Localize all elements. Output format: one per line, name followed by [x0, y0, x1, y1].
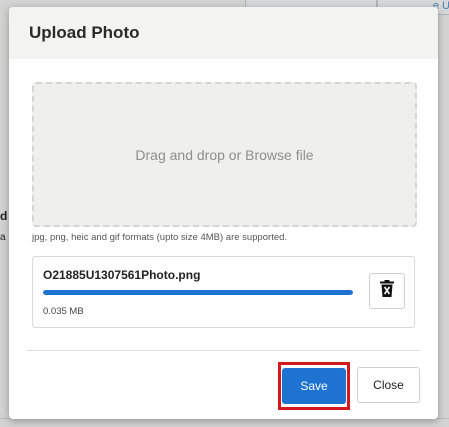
footer-divider [27, 350, 420, 351]
trash-icon[interactable] [380, 280, 394, 302]
dialog-title: Upload Photo [29, 23, 140, 42]
file-size: 0.035 MB [43, 306, 84, 317]
save-button-highlight: Save [278, 362, 350, 410]
dropzone-label[interactable]: Drag and drop or Browse file [135, 147, 313, 163]
file-dropzone[interactable]: Drag and drop or Browse file [32, 82, 417, 227]
save-button[interactable]: Save [282, 368, 346, 404]
background-text: a [0, 232, 6, 243]
uploaded-file-card: O21885U1307561Photo.png 0.035 MB [32, 256, 415, 328]
file-name: O21885U1307561Photo.png [43, 268, 201, 282]
delete-file-button[interactable] [369, 273, 405, 309]
upload-progress-fill [43, 290, 353, 295]
upload-progress-bar [43, 290, 353, 295]
close-button[interactable]: Close [357, 367, 420, 403]
supported-formats-note: jpg, png, heic and gif formats (upto siz… [32, 232, 288, 243]
dialog-header: Upload Photo [9, 7, 438, 59]
background-text: d [0, 209, 8, 223]
upload-photo-dialog: Upload Photo Drag and drop or Browse fil… [9, 7, 438, 419]
